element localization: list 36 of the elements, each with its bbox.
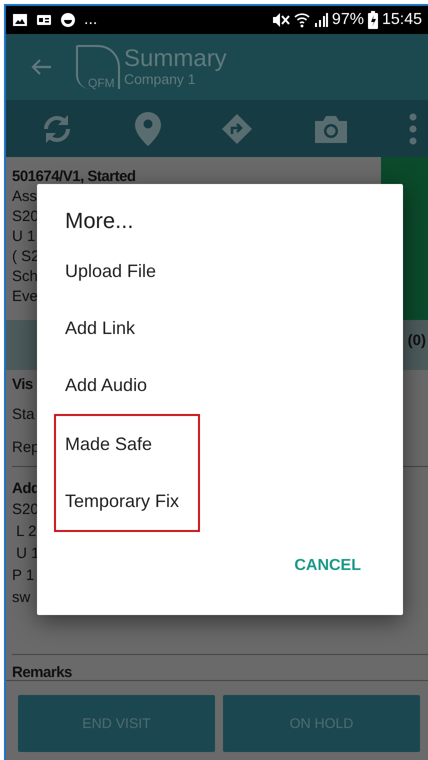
back-arrow-icon[interactable] (30, 58, 52, 76)
mute-icon (272, 12, 290, 28)
menu-item[interactable]: Upload File (65, 243, 156, 300)
battery-icon (368, 11, 378, 29)
summary-line: Ass (12, 187, 38, 207)
overflow-menu-icon[interactable] (408, 112, 418, 144)
screen-title: Summary (124, 46, 227, 71)
camera-icon[interactable] (312, 114, 348, 144)
location-pin-icon[interactable] (134, 110, 162, 146)
visit-line: Sta (12, 405, 35, 425)
menu-item[interactable]: Made Safe (65, 416, 152, 473)
card-icon (36, 13, 52, 27)
summary-line: Sch (12, 267, 38, 287)
more-text: ... (84, 10, 98, 30)
smiley-icon (60, 12, 76, 28)
menu-item[interactable]: Add Audio (65, 357, 148, 414)
visit-heading: Vis (12, 375, 33, 395)
count-text: (0) (408, 331, 426, 351)
menu-item[interactable]: Add Link (65, 300, 136, 357)
address-line: sw (12, 588, 30, 608)
menu-item[interactable]: Temporary Fix (65, 473, 180, 530)
address-line: P 1 (12, 566, 34, 586)
wifi-icon (294, 12, 310, 28)
remarks-heading: Remarks (12, 663, 72, 680)
signal-icon (314, 12, 328, 28)
screen-subtitle: Company 1 (124, 70, 196, 88)
directions-icon[interactable] (221, 112, 253, 144)
logo-text: QFM (88, 77, 115, 89)
summary-heading: 501674/V1, Started (12, 167, 136, 187)
dialog-title: More... (65, 207, 134, 235)
summary-line: U 1 (12, 227, 36, 247)
address-line: L 2 (15, 522, 36, 542)
image-icon (12, 12, 28, 28)
summary-line: Eve (12, 287, 38, 307)
battery-level-text: 97% (332, 10, 364, 30)
clock-text: 15:45 (382, 10, 422, 30)
